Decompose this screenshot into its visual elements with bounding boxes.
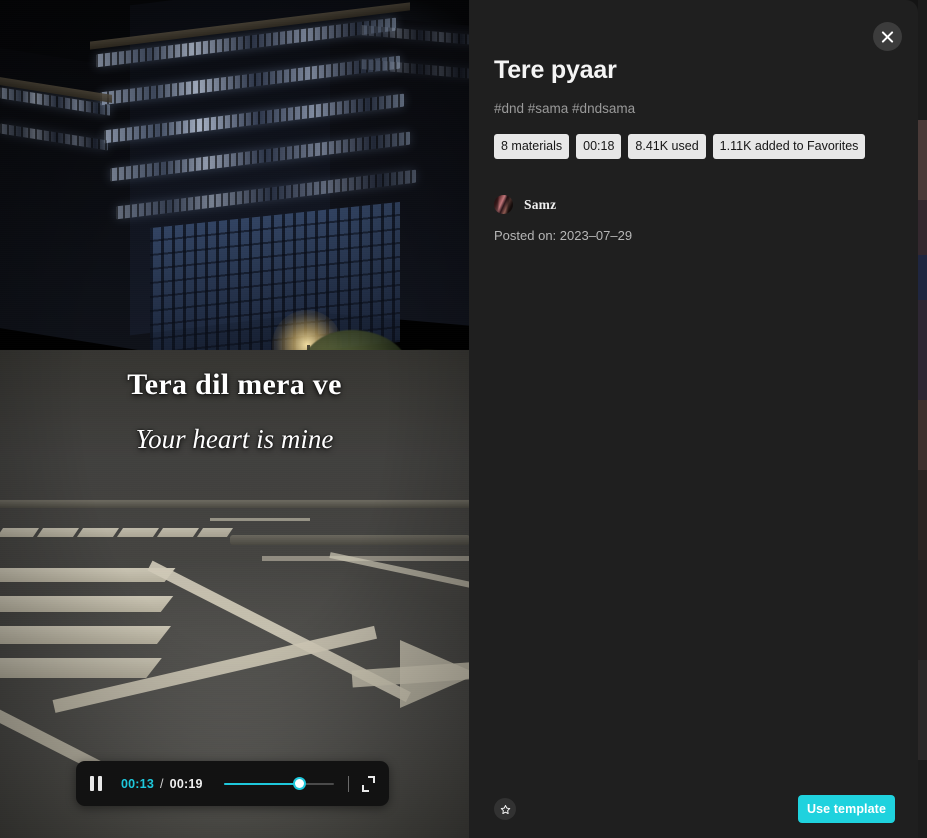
- page-title: Tere pyaar: [494, 56, 617, 84]
- star-icon: [500, 804, 510, 814]
- road-marking: [210, 518, 310, 521]
- author-row[interactable]: Samz: [494, 195, 896, 215]
- background-page-edge: [918, 0, 927, 838]
- crosswalk-stripe: [36, 528, 80, 537]
- status-badge: 00:18: [576, 133, 622, 160]
- curb: [0, 500, 469, 508]
- video-controls-bar[interactable]: 00:13 / 00:19: [76, 761, 389, 806]
- video-player[interactable]: Tera dil mera ve Your heart is mine 00:1…: [0, 0, 469, 838]
- time-display: 00:13 / 00:19: [121, 777, 203, 791]
- seek-handle[interactable]: [294, 779, 304, 788]
- panel-footer: Use template: [469, 780, 918, 838]
- status-badge: 8 materials: [494, 133, 570, 160]
- detail-panel: Tere pyaar #dnd #sama #dndsama 8 materia…: [469, 0, 918, 838]
- posted-date: Posted on: 2023–07–29: [494, 228, 633, 244]
- seek-slider[interactable]: [223, 777, 334, 791]
- fullscreen-icon[interactable]: [361, 775, 375, 792]
- favorite-button[interactable]: [494, 798, 516, 820]
- seek-fill: [223, 782, 299, 785]
- crosswalk-stripe: [116, 528, 160, 537]
- crosswalk-stripe: [76, 528, 120, 537]
- avatar: [494, 195, 513, 215]
- crosswalk-stripe: [156, 528, 200, 537]
- controls-divider: [347, 775, 349, 792]
- author-name: Samz: [524, 196, 557, 212]
- crosswalk-stripe: [0, 626, 172, 644]
- status-badge: 8.41K used: [628, 133, 706, 160]
- crosswalk-stripe: [0, 596, 174, 612]
- crosswalk-stripe: [196, 528, 234, 537]
- video-frame: Tera dil mera ve Your heart is mine: [0, 0, 469, 838]
- use-template-button[interactable]: Use template: [797, 795, 895, 823]
- stats-badges: 8 materials 00:18 8.41K used 1.11K added…: [494, 133, 896, 160]
- crosswalk-stripe: [0, 528, 40, 537]
- hashtags[interactable]: #dnd #sama #dndsama: [494, 101, 896, 116]
- duration-time: 00:19: [169, 776, 203, 791]
- current-time: 00:13: [121, 776, 154, 791]
- crosswalk-stripe: [0, 658, 162, 678]
- status-badge: 1.11K added to Favorites: [712, 133, 866, 160]
- panel-content: Tere pyaar #dnd #sama #dndsama 8 materia…: [494, 56, 896, 243]
- close-icon[interactable]: [873, 22, 902, 51]
- time-separator: /: [159, 776, 164, 791]
- road-arrow-head: [400, 640, 469, 708]
- pause-icon[interactable]: [90, 776, 108, 792]
- curb: [230, 535, 469, 545]
- template-detail-modal: Tera dil mera ve Your heart is mine 00:1…: [0, 0, 927, 838]
